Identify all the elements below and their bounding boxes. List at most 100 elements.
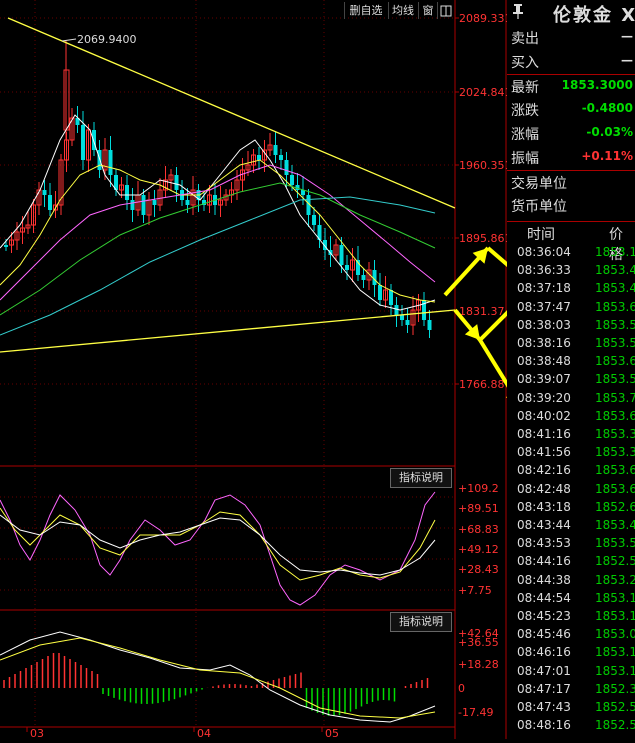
tick-row: 08:41:56 1853.3 xyxy=(507,445,635,464)
indicator1-lines xyxy=(0,491,436,606)
candle-body xyxy=(81,125,85,160)
tick-price: 1852.3 xyxy=(595,681,635,696)
price-axis-label: 1960.351 xyxy=(459,159,512,172)
tick-time: 08:48:16 xyxy=(517,718,571,733)
window-button[interactable]: 窗 xyxy=(418,2,437,19)
quote-row: 振幅 +0.11% xyxy=(507,146,635,168)
ma-button[interactable]: 均线 xyxy=(388,2,417,19)
tick-time: 08:38:48 xyxy=(517,354,571,369)
panel-toggle-icon[interactable] xyxy=(437,2,454,19)
favorite-button[interactable]: 删自选 xyxy=(344,2,387,19)
indicator2-macd xyxy=(0,631,436,723)
tick-row: 08:39:07 1853.5 xyxy=(507,372,635,391)
tick-time: 08:47:01 xyxy=(517,663,571,678)
tick-price: 1853.4 xyxy=(595,263,635,278)
indicator1-info-button[interactable]: 指标说明 xyxy=(390,468,452,488)
tick-price: 1853.6 xyxy=(595,481,635,496)
tick-price: 1853.5 xyxy=(595,372,635,387)
tick-row: 08:45:23 1853.1 xyxy=(507,609,635,628)
tick-time: 08:43:18 xyxy=(517,499,571,514)
tick-time: 08:45:46 xyxy=(517,627,571,642)
tick-price: 1853.5 xyxy=(595,336,635,350)
quote-row: 涨幅 -0.03% xyxy=(507,122,635,144)
high-marker-label: 2069.9400 xyxy=(77,33,137,46)
quote-value: +0.11% xyxy=(581,149,633,163)
candlesticks xyxy=(4,40,432,338)
date-axis-label: 05 xyxy=(325,727,339,739)
quote-title-bar: 伦敦金 X xyxy=(507,0,635,26)
indicator2-axis-label: 0 xyxy=(458,682,465,695)
tick-row: 08:42:16 1853.6 xyxy=(507,463,635,482)
price-axis-label: 2089.331 xyxy=(459,12,512,25)
tick-row: 08:46:16 1853.1 xyxy=(507,645,635,664)
tick-time: 08:37:18 xyxy=(517,281,571,296)
quote-label: 最新 xyxy=(511,80,539,96)
high-marker: 2069.9400 xyxy=(61,33,137,46)
indicator1-axis-label: +89.51 xyxy=(458,502,499,515)
ma-line-white xyxy=(0,114,436,311)
candle-body xyxy=(345,265,349,270)
tick-time: 08:36:04 xyxy=(517,245,571,259)
tick-row: 08:43:53 1853.5 xyxy=(507,536,635,555)
ind1-line-magenta xyxy=(0,491,436,606)
tick-row: 08:36:33 1853.4 xyxy=(507,263,635,282)
price-grid xyxy=(0,0,455,727)
tick-row: 08:36:04 1853.1 xyxy=(507,245,635,264)
price-axis-label: 2024.841 xyxy=(459,86,512,99)
indicator1-axis-label: +49.12 xyxy=(458,543,499,556)
tick-price: 1853.1 xyxy=(595,245,635,259)
tick-time: 08:43:44 xyxy=(517,518,571,532)
instrument-title: 伦敦金 X xyxy=(553,5,635,26)
tick-time: 08:47:43 xyxy=(517,700,571,714)
quote-value: -0.4800 xyxy=(581,101,633,115)
quote-value: — xyxy=(621,29,633,43)
tick-time: 08:39:07 xyxy=(517,372,571,387)
ind1-line-white xyxy=(0,514,436,576)
tick-row: 08:38:03 1853.5 xyxy=(507,318,635,337)
tick-price: 1853.4 xyxy=(595,281,635,296)
tick-row: 08:40:02 1853.6 xyxy=(507,409,635,428)
tick-time: 08:40:02 xyxy=(517,408,571,423)
price-axis-label: 1895.861 xyxy=(459,232,512,245)
tick-price: 1853.4 xyxy=(595,518,635,532)
quote-label: 卖出 xyxy=(511,31,539,47)
candle-body xyxy=(130,200,135,210)
candle-body xyxy=(394,305,399,315)
indicator2-info-button[interactable]: 指标说明 xyxy=(390,612,452,632)
tick-price: 1853.0 xyxy=(595,627,635,642)
tick-row: 08:43:18 1852.6 xyxy=(507,500,635,519)
candle-body xyxy=(185,200,190,205)
tick-price: 1852.5 xyxy=(595,718,635,733)
tick-row: 08:44:16 1852.5 xyxy=(507,554,635,573)
pin-icon[interactable] xyxy=(511,3,525,19)
tick-price: 1853.7 xyxy=(595,390,635,405)
indicator1-axis-label: +28.43 xyxy=(458,563,499,576)
quote-value: -0.03% xyxy=(586,125,633,139)
tick-row: 08:38:48 1853.6 xyxy=(507,354,635,373)
candle-body xyxy=(312,215,316,225)
quote-label: 振幅 xyxy=(511,151,539,167)
date-axis-label: 03 xyxy=(30,727,44,739)
quote-value: — xyxy=(621,53,633,67)
tick-time: 08:45:23 xyxy=(517,609,571,623)
tick-time: 08:37:47 xyxy=(517,299,571,314)
moving-averages xyxy=(0,114,436,336)
quote-row: 最新 1853.3000 xyxy=(507,74,635,97)
tick-row: 08:39:20 1853.7 xyxy=(507,391,635,410)
price-axis-label: 1831.37 xyxy=(459,305,505,318)
tick-row: 08:38:16 1853.5 xyxy=(507,336,635,355)
tick-price: 1852.5 xyxy=(595,700,635,714)
quote-label: 交易单位 xyxy=(511,176,567,192)
tick-price: 1853.1 xyxy=(595,609,635,623)
tick-price: 1853.6 xyxy=(595,299,635,314)
ticks-header: 时间 价格 xyxy=(507,224,635,263)
quote-row: 交易单位 xyxy=(507,170,635,193)
tick-price: 1853.1 xyxy=(595,645,635,660)
quote-label: 买入 xyxy=(511,55,539,71)
candle-body xyxy=(290,175,294,185)
divider xyxy=(507,221,635,222)
tick-price: 1853.5 xyxy=(595,317,635,332)
quote-label: 涨跌 xyxy=(511,103,539,119)
candle-body xyxy=(125,185,129,200)
tick-time: 08:38:16 xyxy=(517,336,571,350)
